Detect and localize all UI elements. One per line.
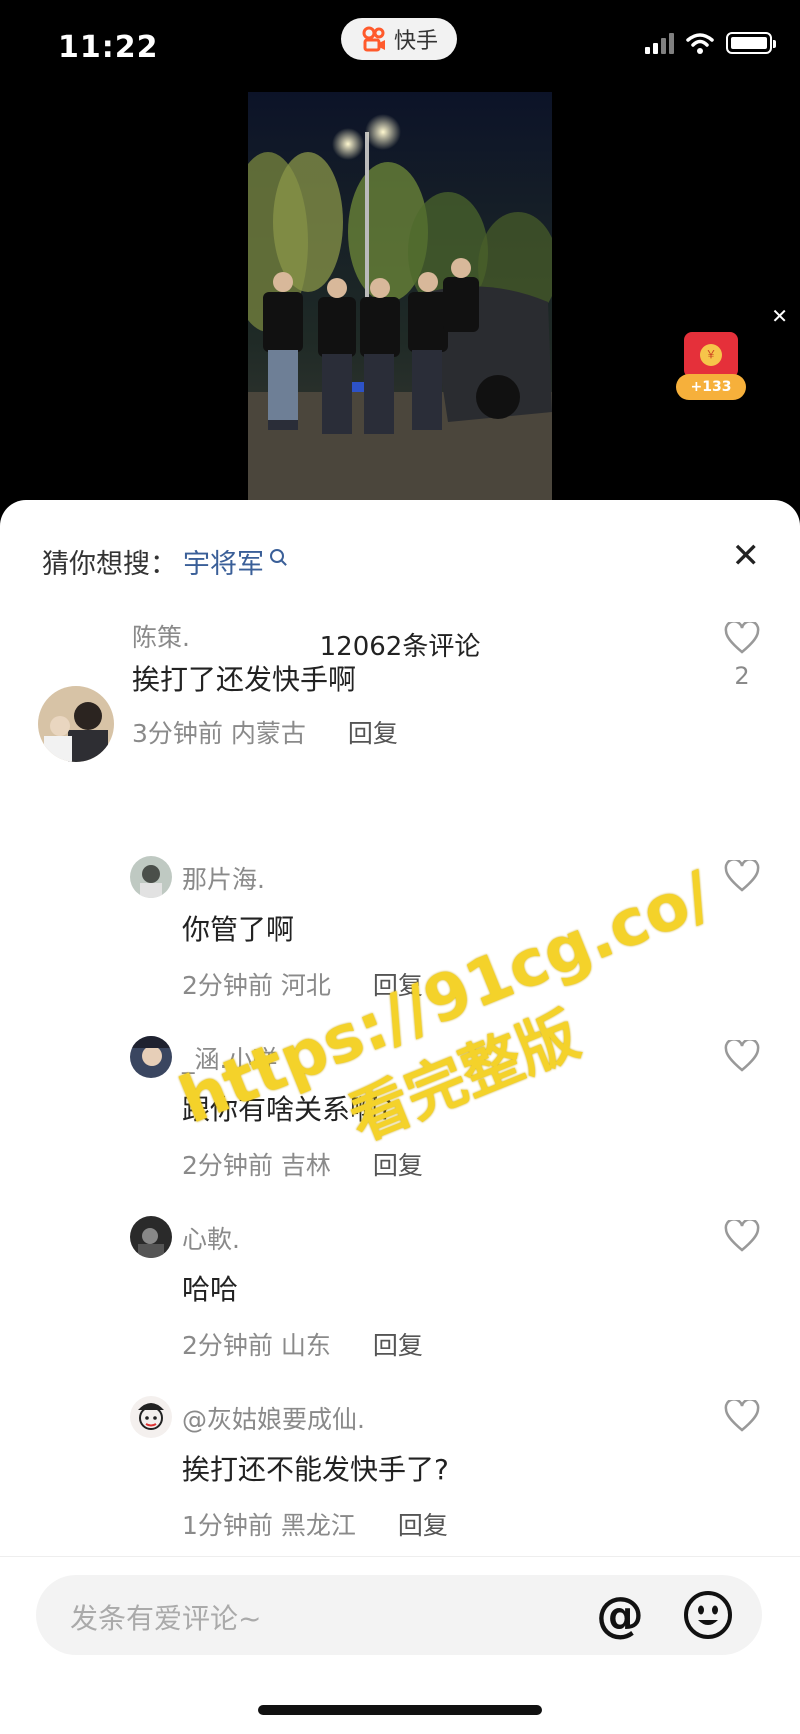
- comment-text: 哈哈: [182, 1273, 239, 1306]
- heart-icon[interactable]: [724, 1220, 760, 1252]
- coin-icon: ￥: [700, 344, 722, 366]
- home-indicator[interactable]: [258, 1705, 542, 1715]
- comment-text: 你管了啊: [182, 913, 295, 946]
- reply-button[interactable]: 回复: [373, 1331, 423, 1360]
- suggestion-term[interactable]: 宇将军: [183, 542, 264, 581]
- avatar[interactable]: [130, 856, 172, 898]
- battery-icon: [726, 32, 776, 54]
- comment-placeholder: 发条有爱评论~: [70, 1602, 262, 1635]
- status-time: 11:22: [58, 30, 159, 65]
- heart-icon[interactable]: [724, 860, 760, 892]
- comment-sheet: 猜你想搜： 宇将军 ✕ 12062条评论 陈策. 挨打了还发快手啊 3分钟前 内…: [0, 500, 800, 1733]
- avatar[interactable]: [130, 1396, 172, 1438]
- reply-button[interactable]: 回复: [398, 1511, 448, 1540]
- comment-location: 河北: [280, 971, 331, 1000]
- comment-time: 2分钟前: [182, 1151, 273, 1180]
- comment-meta: 2分钟前 吉林 回复: [182, 1146, 423, 1182]
- comment-time: 1分钟前: [182, 1511, 273, 1540]
- ad-close-icon[interactable]: ✕: [771, 304, 788, 328]
- close-sheet-button[interactable]: ✕: [732, 536, 761, 576]
- reply-button[interactable]: 回复: [373, 971, 423, 1000]
- red-packet-widget[interactable]: ￥ +133: [676, 332, 746, 402]
- video-thumbnail[interactable]: [248, 92, 552, 502]
- red-packet-badge: +133: [676, 374, 746, 400]
- comment-author[interactable]: @灰姑娘要成仙.: [182, 1400, 365, 1436]
- comment-time: 3分钟前: [132, 719, 223, 748]
- comment-count: 12062条评论: [319, 632, 481, 662]
- comment-meta: 3分钟前 内蒙古 回复: [132, 714, 398, 750]
- comment-text: 挨打还不能发快手了?: [182, 1453, 449, 1486]
- comment-location: 山东: [280, 1331, 331, 1360]
- system-icons: [645, 32, 776, 54]
- reply-button[interactable]: 回复: [348, 719, 398, 748]
- kuaishou-logo-icon: [362, 26, 385, 52]
- app-name: 快手: [393, 29, 438, 54]
- comment-composer: 发条有爱评论~ @: [0, 1556, 800, 1734]
- comment-author[interactable]: 心軟.: [182, 1220, 240, 1256]
- comment-location: 黑龙江: [280, 1511, 356, 1540]
- cellular-signal-icon: [645, 32, 674, 54]
- search-suggestion[interactable]: 猜你想搜： 宇将军: [42, 542, 284, 581]
- emoji-icon[interactable]: [682, 1589, 734, 1641]
- comment-author[interactable]: 那片海.: [182, 860, 265, 896]
- wifi-icon: [686, 33, 714, 54]
- mention-icon[interactable]: @: [596, 1587, 644, 1643]
- video-scene: [248, 92, 552, 502]
- suggestion-label: 猜你想搜：: [42, 549, 177, 580]
- comment-author[interactable]: 陈策.: [132, 618, 190, 654]
- comment-text: 跟你有啥关系啊?: [182, 1093, 393, 1126]
- heart-icon[interactable]: [724, 1040, 760, 1072]
- comment-location: 内蒙古: [230, 719, 306, 748]
- like-count: 2: [734, 662, 750, 690]
- comment-meta: 2分钟前 河北 回复: [182, 966, 423, 1002]
- comment-meta: 2分钟前 山东 回复: [182, 1326, 423, 1362]
- comment-input[interactable]: 发条有爱评论~ @: [36, 1575, 762, 1655]
- reply-button[interactable]: 回复: [373, 1151, 423, 1180]
- avatar[interactable]: [130, 1216, 172, 1258]
- heart-icon[interactable]: [724, 1400, 760, 1432]
- status-bar: 11:22 快手: [0, 0, 800, 92]
- app-pill[interactable]: 快手: [341, 18, 457, 60]
- search-icon: [270, 548, 284, 563]
- avatar[interactable]: [130, 1036, 172, 1078]
- comment-meta: 1分钟前 黑龙江 回复: [182, 1506, 448, 1542]
- comment-time: 2分钟前: [182, 1331, 273, 1360]
- comment-author[interactable]: _涵.小咩: [182, 1040, 277, 1076]
- avatar[interactable]: [38, 686, 114, 762]
- comment-time: 2分钟前: [182, 971, 273, 1000]
- heart-icon[interactable]: [724, 622, 760, 654]
- comment-text: 挨打了还发快手啊: [132, 663, 357, 696]
- comment-location: 吉林: [280, 1151, 331, 1180]
